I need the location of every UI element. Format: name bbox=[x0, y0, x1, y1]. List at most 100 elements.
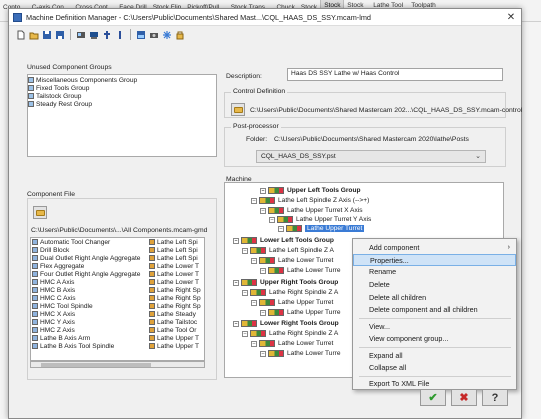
collapse-icon[interactable]: – bbox=[251, 340, 257, 347]
cancel-button[interactable]: ✖ bbox=[451, 389, 477, 406]
tree-node[interactable]: – Lathe Left Spindle Z Axis (-->+) bbox=[251, 196, 369, 205]
tree-group-node[interactable]: – Lower Right Tools Group bbox=[233, 319, 339, 328]
close-button[interactable]: ✕ bbox=[501, 12, 521, 23]
menu-item-delete[interactable]: Delete bbox=[353, 279, 516, 291]
component-item[interactable]: Lathe Tailstoc bbox=[149, 318, 204, 326]
collapse-icon[interactable]: – bbox=[242, 289, 248, 296]
collapse-icon[interactable]: – bbox=[242, 330, 248, 337]
open-icon[interactable] bbox=[28, 29, 40, 41]
component-item[interactable]: Lathe Lower T bbox=[149, 262, 204, 270]
save-icon[interactable] bbox=[41, 29, 53, 41]
collapse-icon[interactable]: – bbox=[260, 309, 266, 316]
control-icon[interactable] bbox=[88, 29, 100, 41]
menu-item-properties[interactable]: Properties... bbox=[353, 254, 516, 266]
post-select[interactable]: CQL_HAAS_DS_SSY.pst ⌄ bbox=[256, 150, 486, 163]
component-list[interactable]: Automatic Tool Changer Drill Block Dual Ou… bbox=[30, 237, 205, 361]
menu-item-delete-children[interactable]: Delete all children bbox=[353, 292, 516, 304]
machine-icon[interactable] bbox=[75, 29, 87, 41]
component-item[interactable]: Lathe Lower T bbox=[149, 270, 204, 278]
unused-groups-list[interactable]: Miscellaneous Components Group Fixed Too… bbox=[27, 74, 217, 157]
tree-node[interactable]: – Lathe Left Spindle Z A bbox=[242, 246, 334, 255]
tree-node[interactable]: – Lathe Upper Turret bbox=[251, 298, 333, 307]
camera-icon[interactable] bbox=[148, 29, 160, 41]
tree-node[interactable]: – Lathe Lower Turret bbox=[251, 256, 333, 265]
group-icon[interactable] bbox=[135, 29, 147, 41]
component-item[interactable]: Lathe Upper T bbox=[149, 334, 204, 342]
menu-item-collapse-all[interactable]: Collapse all bbox=[353, 362, 516, 374]
help-button[interactable]: ? bbox=[482, 389, 508, 406]
tree-group-node[interactable]: – Lower Left Tools Group bbox=[233, 236, 334, 245]
tree-node[interactable]: – Lathe Upper Turret Y Axis bbox=[269, 215, 371, 224]
component-item[interactable]: HMC B Axis bbox=[32, 286, 147, 294]
component-item[interactable]: HMC X Axis bbox=[32, 310, 147, 318]
tree-node[interactable]: – Lathe Lower Turre bbox=[260, 266, 341, 275]
dialog-titlebar[interactable]: Machine Definition Manager - C:\Users\Pu… bbox=[9, 9, 521, 26]
star-icon[interactable] bbox=[161, 29, 173, 41]
component-item[interactable]: Lathe Steady bbox=[149, 310, 204, 318]
collapse-icon[interactable]: – bbox=[278, 225, 284, 232]
menu-item-rename[interactable]: Rename bbox=[353, 266, 516, 278]
component-item[interactable]: HMC Z Axis bbox=[32, 326, 147, 334]
collapse-icon[interactable]: – bbox=[260, 267, 266, 274]
component-item[interactable]: Lathe B Axis Tool Spindle bbox=[32, 342, 147, 350]
component-item[interactable]: Lathe Right Sp bbox=[149, 302, 204, 310]
description-field[interactable]: Haas DS SSY Lathe w/ Haas Control bbox=[287, 68, 503, 81]
component-item[interactable]: Automatic Tool Changer bbox=[32, 238, 147, 246]
component-item[interactable]: Lathe Lower T bbox=[149, 278, 204, 286]
lock-icon[interactable] bbox=[174, 29, 186, 41]
collapse-icon[interactable]: – bbox=[233, 279, 239, 286]
component-item[interactable]: HMC A Axis bbox=[32, 278, 147, 286]
menu-item-view[interactable]: View... bbox=[353, 321, 516, 333]
collapse-icon[interactable]: – bbox=[242, 247, 248, 254]
collapse-icon[interactable]: – bbox=[251, 299, 257, 306]
tree-node[interactable]: – Lathe Right Spindle Z A bbox=[242, 288, 338, 297]
horizontal-scrollbar[interactable] bbox=[30, 361, 205, 368]
list-item[interactable]: Fixed Tools Group bbox=[28, 84, 216, 92]
tree-group-node[interactable]: – Upper Left Tools Group bbox=[260, 186, 361, 195]
list-item[interactable]: Miscellaneous Components Group bbox=[28, 76, 216, 84]
component-item[interactable]: Lathe Upper T bbox=[149, 342, 204, 350]
collapse-icon[interactable]: – bbox=[251, 257, 257, 264]
collapse-icon[interactable]: – bbox=[251, 197, 257, 204]
menu-item-delete-all[interactable]: Delete component and all children bbox=[353, 304, 516, 316]
component-item[interactable]: Lathe Tool Or bbox=[149, 326, 204, 334]
info-icon[interactable] bbox=[114, 29, 126, 41]
component-item[interactable]: Four Outlet Right Angle Aggregate bbox=[32, 270, 147, 278]
collapse-icon[interactable]: – bbox=[233, 237, 239, 244]
control-browse-button[interactable] bbox=[231, 103, 245, 116]
new-icon[interactable] bbox=[15, 29, 27, 41]
ok-button[interactable]: ✔ bbox=[420, 389, 446, 406]
component-item[interactable]: Flex Aggregate bbox=[32, 262, 147, 270]
tree-node[interactable]: – Lathe Upper Turret X Axis bbox=[260, 206, 363, 215]
component-item[interactable]: Dual Outlet Right Angle Aggregate bbox=[32, 254, 147, 262]
tree-node[interactable]: – Lathe Upper Turret bbox=[278, 224, 365, 233]
component-item[interactable]: HMC Y Axis bbox=[32, 318, 147, 326]
component-item[interactable]: Lathe Left Spi bbox=[149, 238, 204, 246]
menu-item-add-component[interactable]: Add component › bbox=[353, 242, 516, 254]
collapse-icon[interactable]: – bbox=[260, 187, 266, 194]
tree-node[interactable]: – Lathe Upper Turre bbox=[260, 308, 341, 317]
pin-icon[interactable] bbox=[101, 29, 113, 41]
tree-node[interactable]: – Lathe Lower Turre bbox=[260, 349, 341, 358]
component-item[interactable]: Lathe Left Spi bbox=[149, 246, 204, 254]
collapse-icon[interactable]: – bbox=[269, 216, 275, 223]
save-as-icon[interactable] bbox=[54, 29, 66, 41]
component-item[interactable]: Lathe Left Spi bbox=[149, 254, 204, 262]
list-item[interactable]: Tailstock Group bbox=[28, 92, 216, 100]
scrollbar-thumb[interactable] bbox=[41, 363, 151, 367]
component-browse-button[interactable] bbox=[33, 206, 47, 219]
component-item[interactable]: Drill Block bbox=[32, 246, 147, 254]
menu-item-view-group[interactable]: View component group... bbox=[353, 333, 516, 345]
list-item[interactable]: Steady Rest Group bbox=[28, 100, 216, 108]
component-item[interactable]: Lathe B Axis Arm bbox=[32, 334, 147, 342]
collapse-icon[interactable]: – bbox=[260, 207, 266, 214]
tree-group-node[interactable]: – Upper Right Tools Group bbox=[233, 278, 338, 287]
menu-item-expand-all[interactable]: Expand all bbox=[353, 350, 516, 362]
tree-node[interactable]: – Lathe Lower Turret bbox=[251, 339, 333, 348]
component-item[interactable]: HMC Tool Spindle bbox=[32, 302, 147, 310]
collapse-icon[interactable]: – bbox=[233, 320, 239, 327]
component-item[interactable]: Lathe Right Sp bbox=[149, 294, 204, 302]
tree-node[interactable]: – Lathe Right Spindle Z A bbox=[242, 329, 338, 338]
component-item[interactable]: Lathe Right Sp bbox=[149, 286, 204, 294]
collapse-icon[interactable]: – bbox=[260, 350, 266, 357]
